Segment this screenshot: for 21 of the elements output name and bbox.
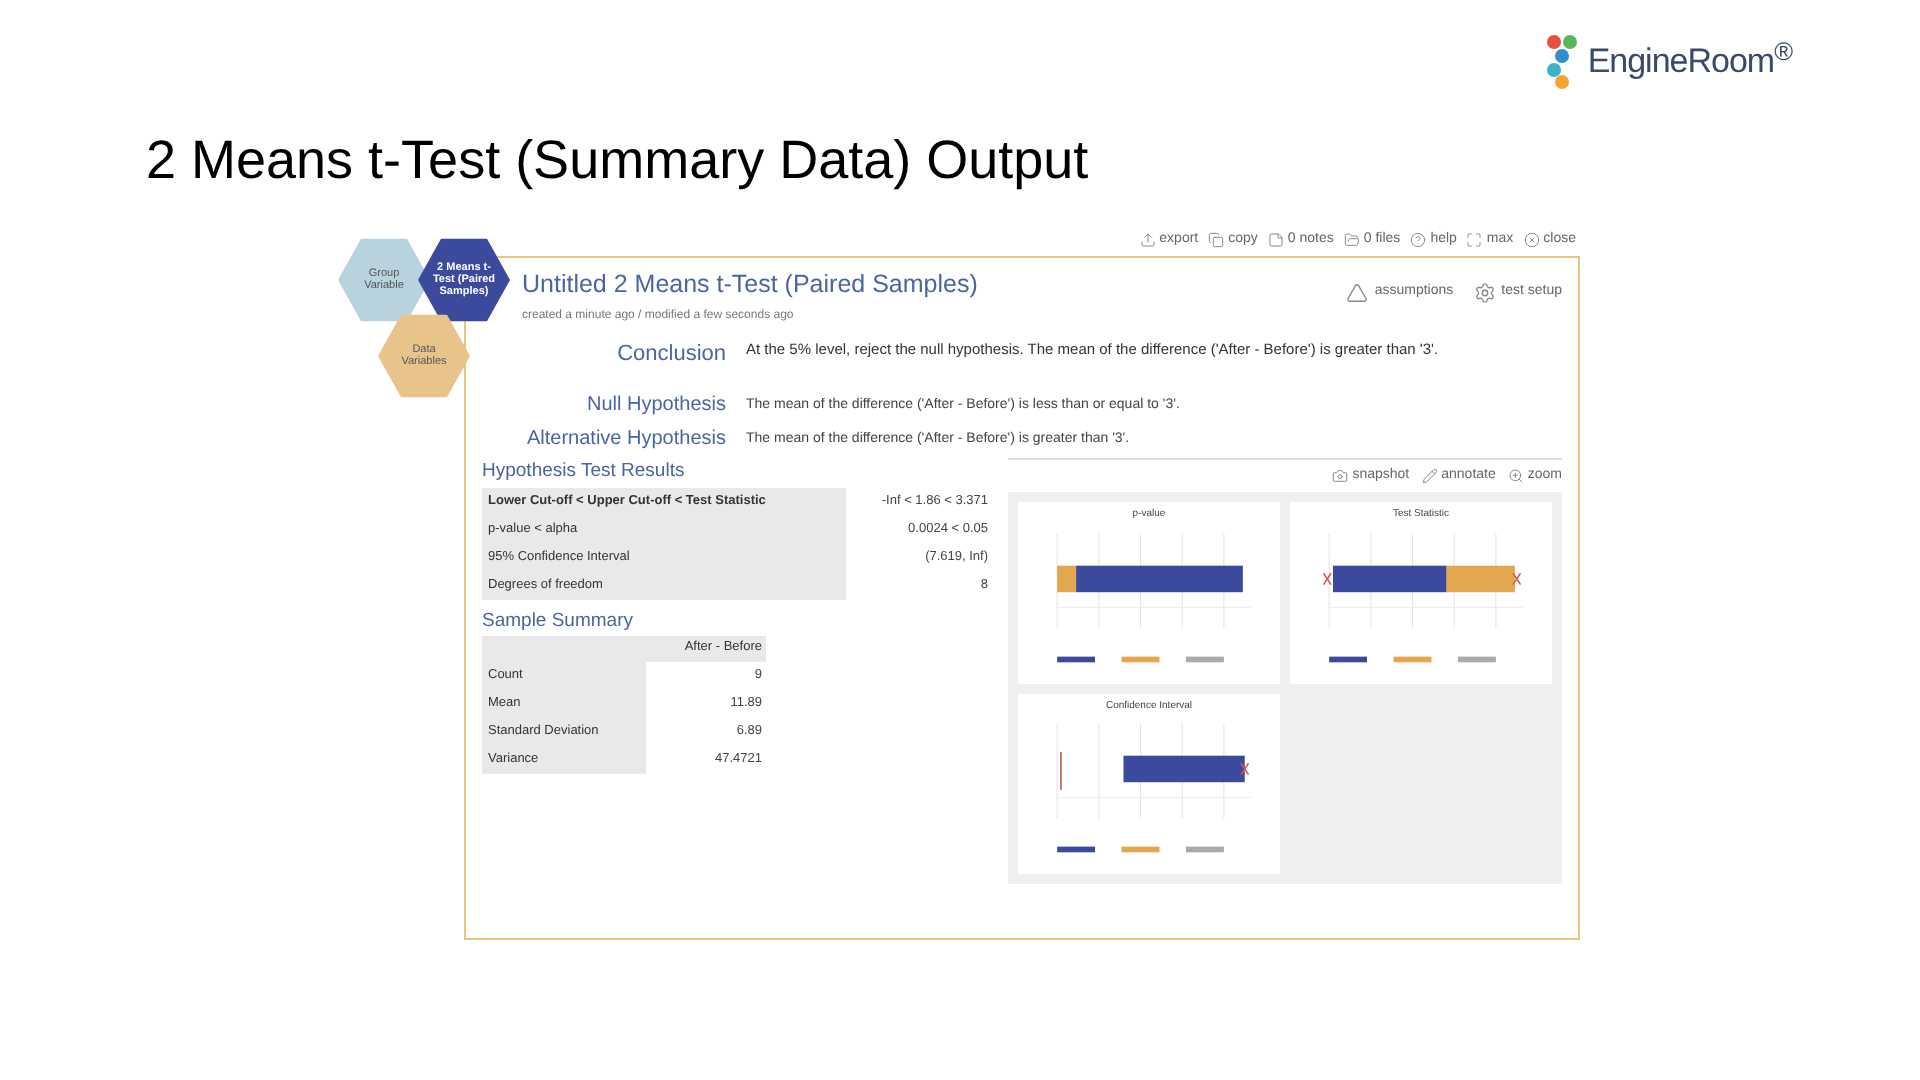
folder-icon bbox=[1343, 232, 1360, 248]
section-heading: Sample Summary bbox=[482, 607, 635, 635]
section-heading: Hypothesis Test Results bbox=[482, 458, 687, 487]
section-label: Null Hypothesis bbox=[585, 392, 726, 421]
settings-icon bbox=[1473, 282, 1496, 304]
maximize-icon bbox=[1466, 232, 1483, 248]
note-icon bbox=[1267, 232, 1284, 248]
triangle-icon bbox=[1346, 282, 1369, 304]
copy-icon bbox=[1208, 232, 1225, 248]
help-icon bbox=[1410, 232, 1427, 248]
slide-title: 2 Means t-Test (Summary Data) Output bbox=[144, 128, 1091, 194]
zoom-icon bbox=[1507, 468, 1524, 485]
logo-icon bbox=[1545, 34, 1582, 90]
logo-text: EngineRoom$^{®}$ bbox=[1587, 36, 1792, 85]
camera-icon bbox=[1332, 468, 1349, 485]
section-label: Conclusion bbox=[615, 339, 726, 370]
section-label: Alternative Hypothesis bbox=[525, 426, 726, 455]
pencil-icon bbox=[1421, 468, 1438, 485]
analysis-title: Untitled 2 Means t-Test (Paired Samples) bbox=[522, 268, 978, 302]
close-icon bbox=[1523, 232, 1540, 248]
export-icon bbox=[1139, 232, 1156, 248]
